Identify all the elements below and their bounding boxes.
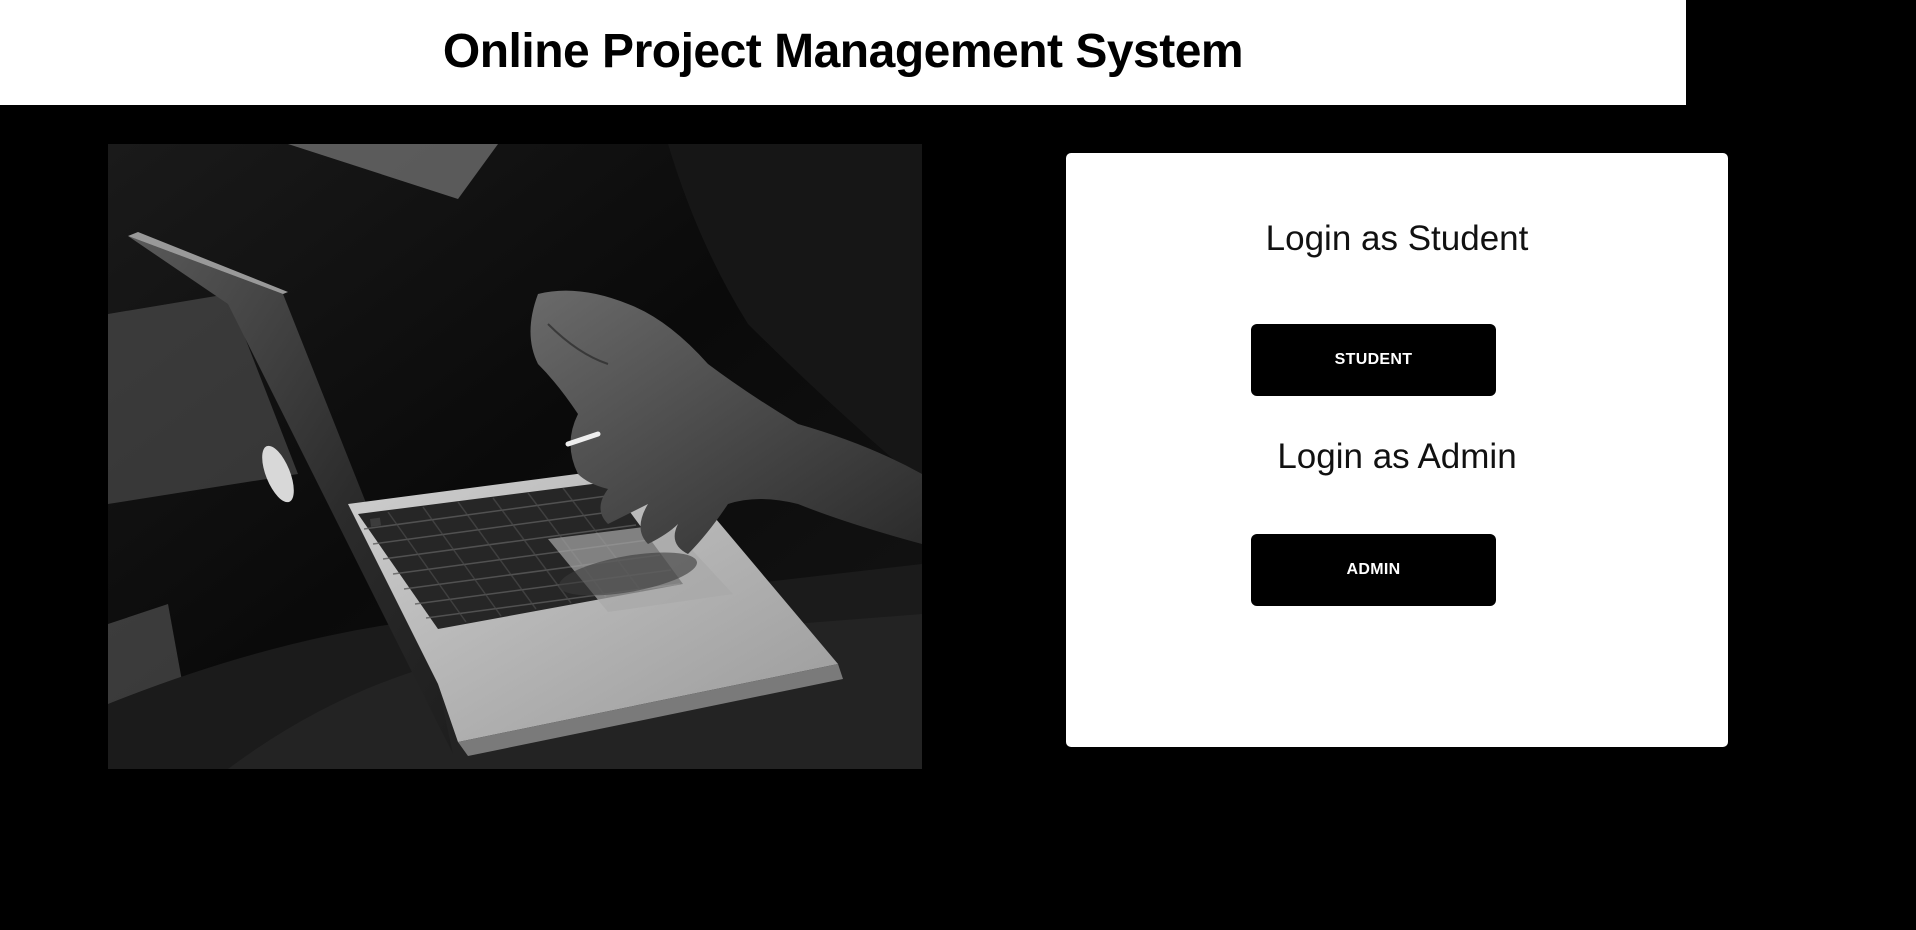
login-card: Login as Student STUDENT Login as Admin … [1066, 153, 1728, 747]
admin-login-heading: Login as Admin [1277, 437, 1517, 476]
page: Online Project Management System Login a… [0, 0, 1916, 930]
site-header: Online Project Management System [0, 0, 1686, 105]
student-login-button[interactable]: STUDENT [1251, 324, 1496, 396]
student-login-heading: Login as Student [1265, 219, 1529, 258]
hero-laptop-image [108, 144, 922, 769]
page-title: Online Project Management System [442, 25, 1244, 78]
laptop-photo-icon [108, 144, 922, 769]
admin-login-button[interactable]: ADMIN [1251, 534, 1496, 606]
